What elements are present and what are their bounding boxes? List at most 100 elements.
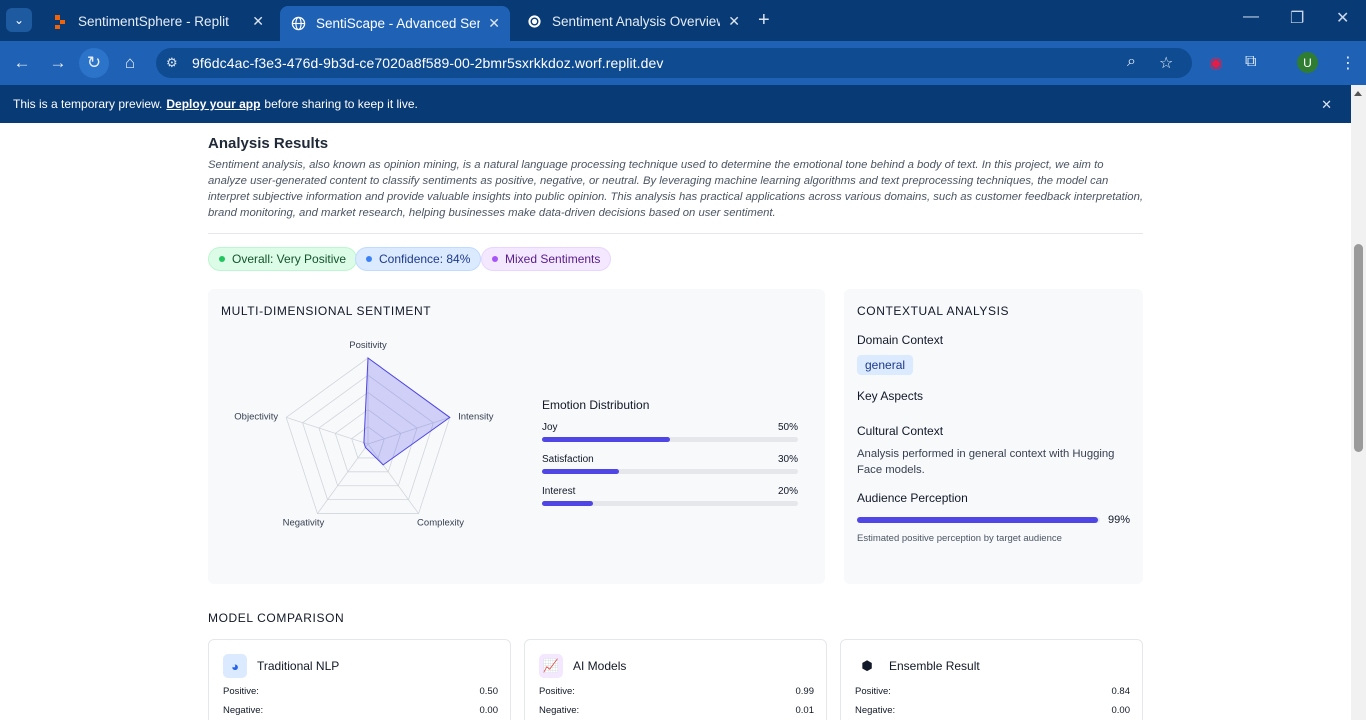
confidence-badge: Confidence: 84% [355, 247, 482, 271]
site-settings-icon[interactable]: ⚙ [166, 55, 184, 71]
mixed-badge: Mixed Sentiments [481, 247, 612, 271]
model-comparison-title: MODEL COMPARISON [208, 611, 345, 625]
restore-icon[interactable]: ❐ [1290, 8, 1304, 28]
tab-search-button[interactable]: ⌄ [6, 8, 32, 32]
profile-avatar[interactable]: U [1297, 52, 1318, 73]
audience-progress-bar [857, 517, 1098, 523]
close-tab-icon[interactable]: ✕ [252, 13, 264, 30]
model-name: Traditional NLP [257, 659, 340, 673]
emotion-row: Joy 50% [542, 422, 798, 454]
browser-tab[interactable]: SentimentSphere - Replit ✕ [42, 6, 274, 37]
audience-note: Estimated positive perception by target … [857, 533, 1062, 544]
overall-badge: Overall: Very Positive [208, 247, 358, 271]
radar-axis-label: Negativity [283, 518, 325, 529]
radar-axis-label: Intensity [458, 411, 494, 422]
emotion-label: Joy [542, 422, 558, 433]
domain-context-label: Domain Context [857, 333, 944, 347]
divider [208, 233, 1143, 234]
bookmark-star-icon[interactable]: ☆ [1159, 53, 1173, 73]
emotion-bar [542, 437, 670, 442]
openai-favicon-icon [526, 14, 542, 30]
browser-tab-bar: ⌄ SentimentSphere - Replit ✕ SentiScape … [0, 0, 1366, 41]
negative-score: 0.01 [795, 705, 815, 716]
emotion-bar [542, 469, 619, 474]
radar-axis-label: Complexity [417, 518, 464, 529]
audience-progress-track [857, 517, 1100, 523]
extensions-puzzle-icon[interactable]: ⧉ [1245, 53, 1256, 71]
forward-icon[interactable]: → [46, 51, 70, 75]
minimize-icon[interactable]: — [1243, 8, 1259, 26]
radar-axis-line [286, 417, 369, 445]
banner-text-after: before sharing to keep it live. [264, 97, 418, 111]
emotion-track [542, 469, 798, 474]
positive-row: Positive: 0.99 [539, 686, 814, 697]
close-banner-icon[interactable]: ✕ [1321, 97, 1332, 113]
banner-text: This is a temporary preview. [13, 97, 163, 111]
emotion-row: Satisfaction 30% [542, 454, 798, 486]
emotion-bar [542, 501, 594, 506]
row-label: Positive: [223, 686, 259, 697]
model-name: Ensemble Result [889, 659, 980, 673]
row-label: Negative: [539, 705, 580, 716]
new-tab-button[interactable]: + [758, 9, 770, 32]
model-card-ensemble: ⬢ Ensemble Result Positive: 0.84 Negative… [840, 639, 1143, 720]
tab-title: Sentiment Analysis Overview [552, 14, 721, 29]
emotion-distribution: Emotion Distribution Joy 50% Satisfactio… [542, 398, 798, 518]
close-tab-icon[interactable]: ✕ [728, 13, 740, 30]
emotion-pct: 20% [777, 486, 798, 497]
emotion-label: Satisfaction [542, 454, 594, 465]
positive-score: 0.50 [479, 686, 499, 697]
analysis-results-title: Analysis Results [208, 135, 329, 152]
close-tab-icon[interactable]: ✕ [488, 15, 500, 32]
address-bar[interactable]: ⚙ 9f6dc4ac-f3e3-476d-9b3d-ce7020a8f589-0… [156, 48, 1192, 78]
badge-label: Confidence: 84% [379, 252, 471, 266]
emotion-row: Interest 20% [542, 486, 798, 518]
model-card-ai: 📈 AI Models Positive: 0.99 Negative: 0.01 [524, 639, 827, 720]
scroll-up-icon[interactable] [1354, 91, 1362, 96]
multi-dimensional-title: MULTI-DIMENSIONAL SENTIMENT [221, 304, 432, 318]
globe-favicon-icon [290, 16, 306, 32]
tab-title: SentiScape - Advanced Sentime [316, 16, 480, 31]
negative-row: Negative: 0.01 [539, 705, 814, 716]
url-text[interactable]: 9f6dc4ac-f3e3-476d-9b3d-ce7020a8f589-00-… [192, 55, 664, 71]
positive-row: Positive: 0.50 [223, 686, 498, 697]
preview-banner: This is a temporary preview. Deploy your… [0, 85, 1366, 123]
extension-record-icon[interactable]: ◉ [1209, 53, 1223, 73]
zoom-icon[interactable]: ⌕ [1127, 53, 1136, 71]
negative-row: Negative: 0.00 [223, 705, 498, 716]
deploy-link[interactable]: Deploy your app [166, 97, 260, 111]
replit-favicon-icon [52, 14, 68, 30]
positive-score: 0.84 [1111, 686, 1131, 697]
positive-row: Positive: 0.84 [855, 686, 1130, 697]
home-icon[interactable]: ⌂ [118, 51, 142, 75]
audience-percent: 99% [1108, 514, 1131, 526]
key-aspects-label: Key Aspects [857, 389, 924, 403]
emotion-track [542, 501, 798, 506]
browser-tab[interactable]: Sentiment Analysis Overview ✕ [516, 6, 750, 37]
browser-tab-active[interactable]: SentiScape - Advanced Sentime ✕ [280, 6, 510, 41]
status-dot [219, 256, 225, 262]
page-scrollbar[interactable] [1351, 85, 1366, 720]
domain-chip: general [857, 355, 914, 375]
status-dot [366, 256, 372, 262]
emotion-track [542, 437, 798, 442]
analysis-description: Sentiment analysis, also known as opinio… [208, 159, 1143, 219]
close-window-icon[interactable]: ✕ [1336, 8, 1349, 28]
cultural-context-text: Analysis performed in general context wi… [857, 448, 1115, 476]
model-name: AI Models [573, 659, 627, 673]
menu-dots-icon[interactable]: ⋮ [1340, 53, 1356, 73]
negative-score: 0.00 [1111, 705, 1131, 716]
row-label: Positive: [855, 686, 891, 697]
negative-score: 0.00 [479, 705, 499, 716]
emotion-pct: 50% [777, 422, 798, 433]
scrollbar-thumb[interactable] [1354, 244, 1363, 452]
tab-title: SentimentSphere - Replit [78, 14, 229, 29]
positive-score: 0.99 [795, 686, 815, 697]
radar-chart: Positivity Intensity Complexity Negativity O… [234, 340, 494, 529]
badge-label: Overall: Very Positive [232, 252, 347, 266]
reload-icon[interactable]: ↻ [82, 51, 106, 75]
cubes-icon: ⬢ [855, 654, 879, 678]
emotion-label: Interest [542, 486, 576, 497]
back-icon[interactable]: ← [10, 51, 34, 75]
pie-chart-icon: ◕ [223, 654, 247, 678]
